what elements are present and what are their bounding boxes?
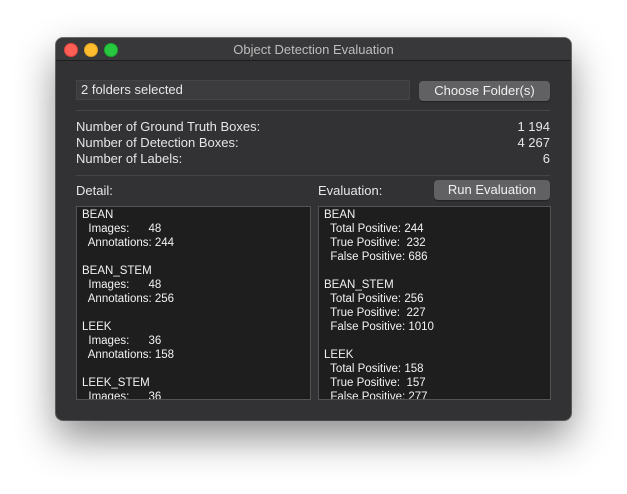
total-positive: Total Positive: 256 bbox=[324, 293, 424, 305]
detail-entry: BEAN_STEM Images: 48 Annotations: 256 bbox=[82, 264, 310, 306]
label-name: BEAN_STEM bbox=[82, 265, 152, 277]
label-name: LEEK_STEM bbox=[82, 377, 150, 389]
labels-count-value: 6 bbox=[542, 151, 550, 166]
detail-entry: LEEK_STEM Images: 36 bbox=[82, 376, 310, 400]
false-positive: False Positive: 686 bbox=[324, 251, 428, 263]
true-positive: True Positive: 232 bbox=[324, 237, 426, 249]
detail-entry: LEEK Images: 36 Annotations: 158 bbox=[82, 320, 310, 362]
detection-boxes-value: 4 267 bbox=[517, 135, 550, 150]
label-name: LEEK bbox=[324, 349, 354, 361]
ground-truth-boxes-value: 1 194 bbox=[517, 119, 550, 134]
evaluation-entry: LEEK Total Positive: 158 True Positive: … bbox=[324, 348, 550, 400]
annotations-count: Annotations: 158 bbox=[82, 349, 175, 361]
evaluation-text-area[interactable]: BEAN Total Positive: 244 True Positive: … bbox=[318, 206, 551, 400]
detection-boxes-label: Number of Detection Boxes: bbox=[76, 135, 239, 150]
main-window: Object Detection Evaluation 2 folders se… bbox=[56, 38, 571, 420]
divider bbox=[76, 175, 550, 176]
window-title: Object Detection Evaluation bbox=[233, 42, 394, 57]
title-bar: Object Detection Evaluation bbox=[56, 38, 571, 61]
label-name: BEAN bbox=[82, 209, 114, 221]
detail-text-area[interactable]: BEAN Images: 48 Annotations: 244 BEAN_ST… bbox=[76, 206, 311, 400]
true-positive: True Positive: 227 bbox=[324, 307, 426, 319]
detail-entry: BEAN Images: 48 Annotations: 244 bbox=[82, 208, 310, 250]
detail-label: Detail: bbox=[76, 183, 113, 198]
images-count: Images: 36 bbox=[82, 335, 162, 347]
evaluation-label: Evaluation: bbox=[318, 183, 383, 198]
label-name: BEAN_STEM bbox=[324, 279, 394, 291]
folder-selection-field: 2 folders selected bbox=[76, 80, 410, 100]
total-positive: Total Positive: 244 bbox=[324, 223, 424, 235]
ground-truth-boxes-label: Number of Ground Truth Boxes: bbox=[76, 119, 261, 134]
label-name: LEEK bbox=[82, 321, 112, 333]
false-positive: False Positive: 1010 bbox=[324, 321, 434, 333]
images-count: Images: 48 bbox=[82, 223, 162, 235]
labels-count-label: Number of Labels: bbox=[76, 151, 183, 166]
choose-folders-button[interactable]: Choose Folder(s) bbox=[419, 81, 550, 101]
evaluation-entry: BEAN Total Positive: 244 True Positive: … bbox=[324, 208, 550, 264]
false-positive: False Positive: 277 bbox=[324, 391, 428, 400]
evaluation-entry: BEAN_STEM Total Positive: 256 True Posit… bbox=[324, 278, 550, 334]
label-name: BEAN bbox=[324, 209, 356, 221]
divider bbox=[76, 110, 550, 111]
run-evaluation-button[interactable]: Run Evaluation bbox=[434, 180, 550, 200]
annotations-count: Annotations: 256 bbox=[82, 293, 175, 305]
images-count: Images: 36 bbox=[82, 391, 162, 400]
images-count: Images: 48 bbox=[82, 279, 162, 291]
true-positive: True Positive: 157 bbox=[324, 377, 426, 389]
annotations-count: Annotations: 244 bbox=[82, 237, 175, 249]
total-positive: Total Positive: 158 bbox=[324, 363, 424, 375]
